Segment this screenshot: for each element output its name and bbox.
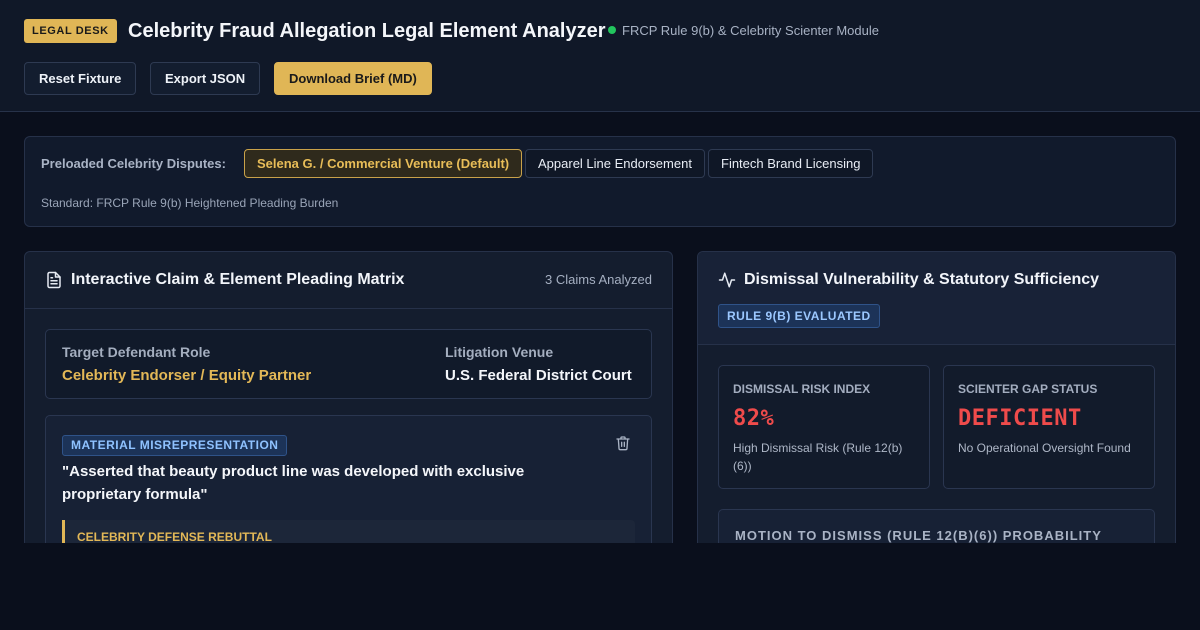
brand-badge: LEGAL DESK xyxy=(24,19,117,43)
module-status-text: FRCP Rule 9(b) & Celebrity Scienter Modu… xyxy=(622,23,879,38)
preset-disputes-bar: Preloaded Celebrity Disputes: Selena G. … xyxy=(24,136,1176,227)
defendant-role-value: Celebrity Endorser / Equity Partner xyxy=(62,367,312,384)
dismiss-probability-title: MOTION TO DISMISS (RULE 12(B)(6)) PROBAB… xyxy=(735,528,1102,543)
app-header: LEGAL DESK Celebrity Fraud Allegation Le… xyxy=(0,0,1200,112)
claim-matrix-header: Interactive Claim & Element Pleading Mat… xyxy=(25,252,672,309)
scienter-gap-value: DEFICIENT xyxy=(958,406,1082,431)
preset-chip-fintech[interactable]: Fintech Brand Licensing xyxy=(708,149,874,178)
document-icon xyxy=(47,271,61,289)
claim-card: MATERIAL MISREPRESENTATION "Asserted tha… xyxy=(45,415,652,543)
scienter-gap-card: SCIENTER GAP STATUS DEFICIENT No Operati… xyxy=(943,365,1155,489)
defendant-role-label: Target Defendant Role xyxy=(62,344,211,360)
export-json-button[interactable]: Export JSON xyxy=(150,62,261,95)
dismissal-risk-value: 82% xyxy=(733,406,775,431)
claim-type-tag: MATERIAL MISREPRESENTATION xyxy=(62,435,288,456)
claims-count: 3 Claims Analyzed xyxy=(545,272,652,287)
activity-icon xyxy=(718,272,736,288)
pleading-standard: Standard: FRCP Rule 9(b) Heightened Plea… xyxy=(41,196,339,210)
preset-chip-selena[interactable]: Selena G. / Commercial Venture (Default) xyxy=(244,149,523,178)
venue-value: U.S. Federal District Court xyxy=(445,367,632,384)
dismiss-probability-card: MOTION TO DISMISS (RULE 12(B)(6)) PROBAB… xyxy=(718,509,1155,543)
venue-label: Litigation Venue xyxy=(445,344,554,360)
vulnerability-title: Dismissal Vulnerability & Statutory Suff… xyxy=(744,271,1100,288)
scienter-gap-label: SCIENTER GAP STATUS xyxy=(958,382,1098,396)
page-title: Celebrity Fraud Allegation Legal Element… xyxy=(128,20,606,42)
claim-text: "Asserted that beauty product line was d… xyxy=(62,463,525,503)
status-dot-icon xyxy=(608,26,616,34)
reset-fixture-button[interactable]: Reset Fixture xyxy=(24,62,137,95)
dismissal-risk-label: DISMISSAL RISK INDEX xyxy=(733,382,871,396)
trash-icon[interactable] xyxy=(615,435,631,451)
preset-chip-apparel[interactable]: Apparel Line Endorsement xyxy=(525,149,705,178)
download-brief-button[interactable]: Download Brief (MD) xyxy=(274,62,432,95)
dismissal-risk-card: DISMISSAL RISK INDEX 82% High Dismissal … xyxy=(718,365,930,489)
module-status: FRCP Rule 9(b) & Celebrity Scienter Modu… xyxy=(608,22,879,40)
dismissal-risk-sub: High Dismissal Risk (Rule 12(b)(6)) xyxy=(733,441,903,473)
defense-rebuttal: CELEBRITY DEFENSE REBUTTAL xyxy=(62,520,635,543)
vulnerability-header: Dismissal Vulnerability & Statutory Suff… xyxy=(698,252,1175,345)
rebuttal-label: CELEBRITY DEFENSE REBUTTAL xyxy=(77,530,272,543)
rule-evaluated-badge: RULE 9(B) EVALUATED xyxy=(718,304,880,328)
vulnerability-panel: Dismissal Vulnerability & Statutory Suff… xyxy=(697,251,1176,543)
claim-matrix-title: Interactive Claim & Element Pleading Mat… xyxy=(71,271,405,288)
case-meta-box: Target Defendant Role Celebrity Endorser… xyxy=(45,329,652,399)
scienter-gap-sub: No Operational Oversight Found xyxy=(958,441,1131,455)
presets-label: Preloaded Celebrity Disputes: xyxy=(41,156,226,171)
claim-matrix-panel: Interactive Claim & Element Pleading Mat… xyxy=(24,251,673,543)
